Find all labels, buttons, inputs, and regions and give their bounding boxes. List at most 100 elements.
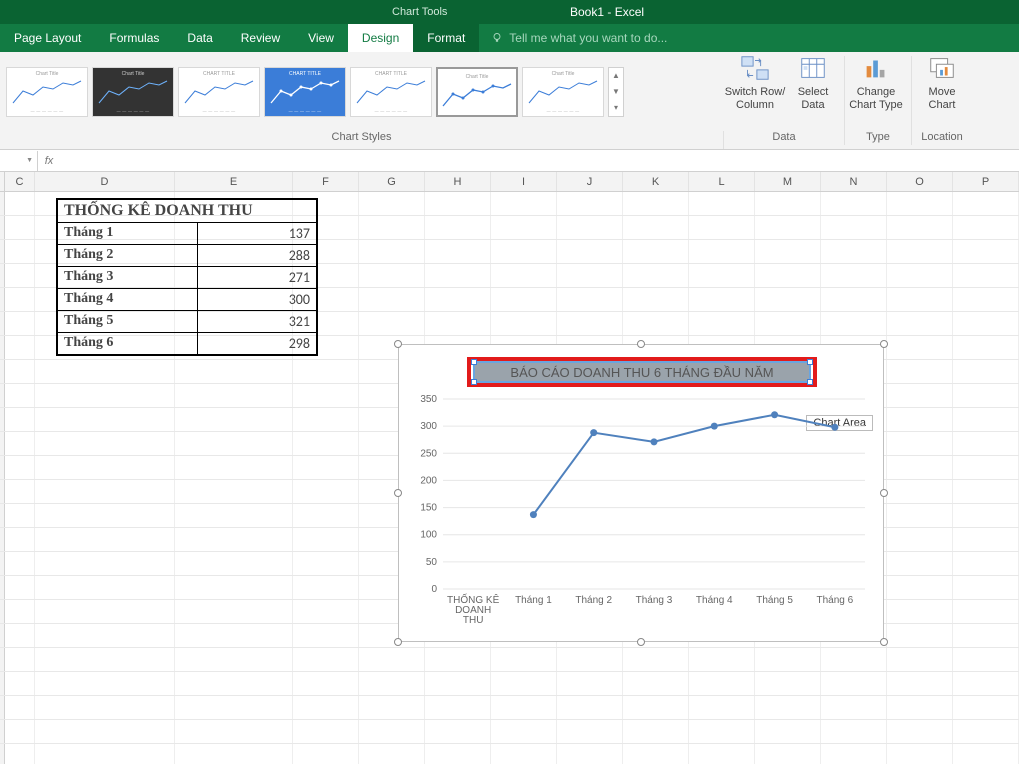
cell[interactable]: 298: [198, 333, 316, 354]
col-header[interactable]: K: [623, 172, 689, 191]
svg-text:Tháng 6: Tháng 6: [817, 595, 854, 606]
cell[interactable]: 137: [198, 223, 316, 244]
col-header[interactable]: N: [821, 172, 887, 191]
spreadsheet-grid[interactable]: C D E F G H I J K L M N O P /* rows rend…: [0, 172, 1019, 764]
cell[interactable]: Tháng 2: [58, 245, 198, 266]
cell[interactable]: 271: [198, 267, 316, 288]
col-header[interactable]: L: [689, 172, 755, 191]
table-row: Tháng 5321: [58, 311, 316, 333]
col-header[interactable]: H: [425, 172, 491, 191]
table-row: Tháng 6298: [58, 333, 316, 354]
chart-title-highlight: BÁO CÁO DOANH THU 6 THÁNG ĐẦU NĂM: [467, 357, 817, 387]
tell-me-search[interactable]: Tell me what you want to do...: [479, 24, 667, 52]
move-chart-icon: [926, 52, 958, 84]
chart-style-4[interactable]: CHART TITLE — — — — — —: [264, 67, 346, 117]
resize-handle[interactable]: [880, 340, 888, 348]
chart-style-7[interactable]: Chart Title — — — — — —: [522, 67, 604, 117]
table-row: Tháng 2288: [58, 245, 316, 267]
tab-data[interactable]: Data: [173, 24, 226, 52]
ribbon-tab-bar: Page Layout Formulas Data Review View De…: [0, 24, 1019, 52]
resize-handle[interactable]: [637, 340, 645, 348]
switch-row-column-button[interactable]: Switch Row/ Column: [724, 52, 786, 131]
chart-tools-label: Chart Tools: [380, 6, 459, 18]
col-header[interactable]: E: [175, 172, 293, 191]
change-chart-type-button[interactable]: Change Chart Type: [845, 52, 907, 131]
table-row: Tháng 3271: [58, 267, 316, 289]
svg-text:Tháng 2: Tháng 2: [575, 595, 612, 606]
name-box[interactable]: ▼: [0, 151, 38, 171]
ribbon: Chart Title — — — — — — Chart Title — — …: [0, 52, 1019, 150]
tab-design[interactable]: Design: [348, 24, 413, 52]
select-data-label: Select Data: [798, 86, 829, 112]
select-data-button[interactable]: Select Data: [786, 52, 840, 131]
switch-row-column-label: Switch Row/ Column: [725, 86, 786, 112]
cell[interactable]: Tháng 1: [58, 223, 198, 244]
svg-text:THU: THU: [463, 615, 484, 626]
fx-label: fx: [38, 155, 60, 167]
col-header[interactable]: D: [35, 172, 175, 191]
cell[interactable]: 288: [198, 245, 316, 266]
table-row: Tháng 4300: [58, 289, 316, 311]
group-location-label: Location: [912, 131, 972, 149]
svg-text:0: 0: [431, 584, 437, 595]
cell[interactable]: 300: [198, 289, 316, 310]
col-header[interactable]: J: [557, 172, 623, 191]
group-type-label: Type: [845, 131, 911, 149]
cell[interactable]: Tháng 3: [58, 267, 198, 288]
change-chart-type-label: Change Chart Type: [849, 86, 903, 112]
svg-text:350: 350: [420, 394, 437, 405]
line-chart-svg: 050100150200250300350THỐNG KÊDOANHTHUThá…: [409, 393, 875, 633]
tab-review[interactable]: Review: [227, 24, 294, 52]
svg-text:300: 300: [420, 421, 437, 432]
lightbulb-icon: [491, 32, 503, 44]
svg-text:50: 50: [426, 557, 438, 568]
chart-title-editor[interactable]: BÁO CÁO DOANH THU 6 THÁNG ĐẦU NĂM: [474, 362, 810, 382]
embedded-chart[interactable]: BÁO CÁO DOANH THU 6 THÁNG ĐẦU NĂM Chart …: [398, 344, 884, 642]
formula-input[interactable]: [60, 151, 1019, 171]
dropdown-icon: ▼: [26, 157, 33, 164]
chart-style-5[interactable]: CHART TITLE — — — — — —: [350, 67, 432, 117]
col-header[interactable]: G: [359, 172, 425, 191]
col-header[interactable]: P: [953, 172, 1019, 191]
cell[interactable]: Tháng 5: [58, 311, 198, 332]
svg-text:Tháng 5: Tháng 5: [756, 595, 793, 606]
svg-text:Tháng 1: Tháng 1: [515, 595, 552, 606]
col-header[interactable]: I: [491, 172, 557, 191]
tab-formulas[interactable]: Formulas: [95, 24, 173, 52]
col-header[interactable]: C: [5, 172, 35, 191]
svg-text:200: 200: [420, 475, 437, 486]
cell[interactable]: Tháng 4: [58, 289, 198, 310]
svg-text:Tháng 4: Tháng 4: [696, 595, 733, 606]
chart-style-6[interactable]: Chart Title: [436, 67, 518, 117]
tab-format[interactable]: Format: [413, 24, 479, 52]
chart-style-2[interactable]: Chart Title — — — — — —: [92, 67, 174, 117]
chart-style-1[interactable]: Chart Title — — — — — —: [6, 67, 88, 117]
change-chart-type-icon: [860, 52, 892, 84]
resize-handle[interactable]: [394, 489, 402, 497]
col-header[interactable]: O: [887, 172, 953, 191]
scroll-up-icon[interactable]: ▲: [609, 68, 623, 84]
chart-styles-expand[interactable]: ▲ ▼ ▾: [608, 67, 624, 117]
chart-plot-area[interactable]: 050100150200250300350THỐNG KÊDOANHTHUThá…: [409, 393, 875, 633]
tell-me-placeholder: Tell me what you want to do...: [509, 31, 667, 45]
col-header[interactable]: M: [755, 172, 821, 191]
group-chart-styles-label: Chart Styles: [0, 131, 724, 149]
tab-view[interactable]: View: [294, 24, 348, 52]
column-headers: C D E F G H I J K L M N O P: [0, 172, 1019, 192]
resize-handle[interactable]: [880, 489, 888, 497]
col-header[interactable]: F: [293, 172, 359, 191]
cell[interactable]: Tháng 6: [58, 333, 198, 354]
chart-style-3[interactable]: CHART TITLE — — — — — —: [178, 67, 260, 117]
scroll-down-icon[interactable]: ▼: [609, 84, 623, 100]
resize-handle[interactable]: [394, 340, 402, 348]
resize-handle[interactable]: [637, 638, 645, 646]
resize-handle[interactable]: [880, 638, 888, 646]
move-chart-button[interactable]: Move Chart: [912, 52, 972, 131]
data-table: THỐNG KÊ DOANH THU Tháng 1137 Tháng 2288…: [56, 198, 318, 356]
move-chart-label: Move Chart: [929, 86, 956, 112]
document-title: Book1 - Excel: [570, 5, 644, 19]
resize-handle[interactable]: [394, 638, 402, 646]
cell[interactable]: 321: [198, 311, 316, 332]
dropdown-icon[interactable]: ▾: [609, 100, 623, 116]
tab-page-layout[interactable]: Page Layout: [0, 24, 95, 52]
